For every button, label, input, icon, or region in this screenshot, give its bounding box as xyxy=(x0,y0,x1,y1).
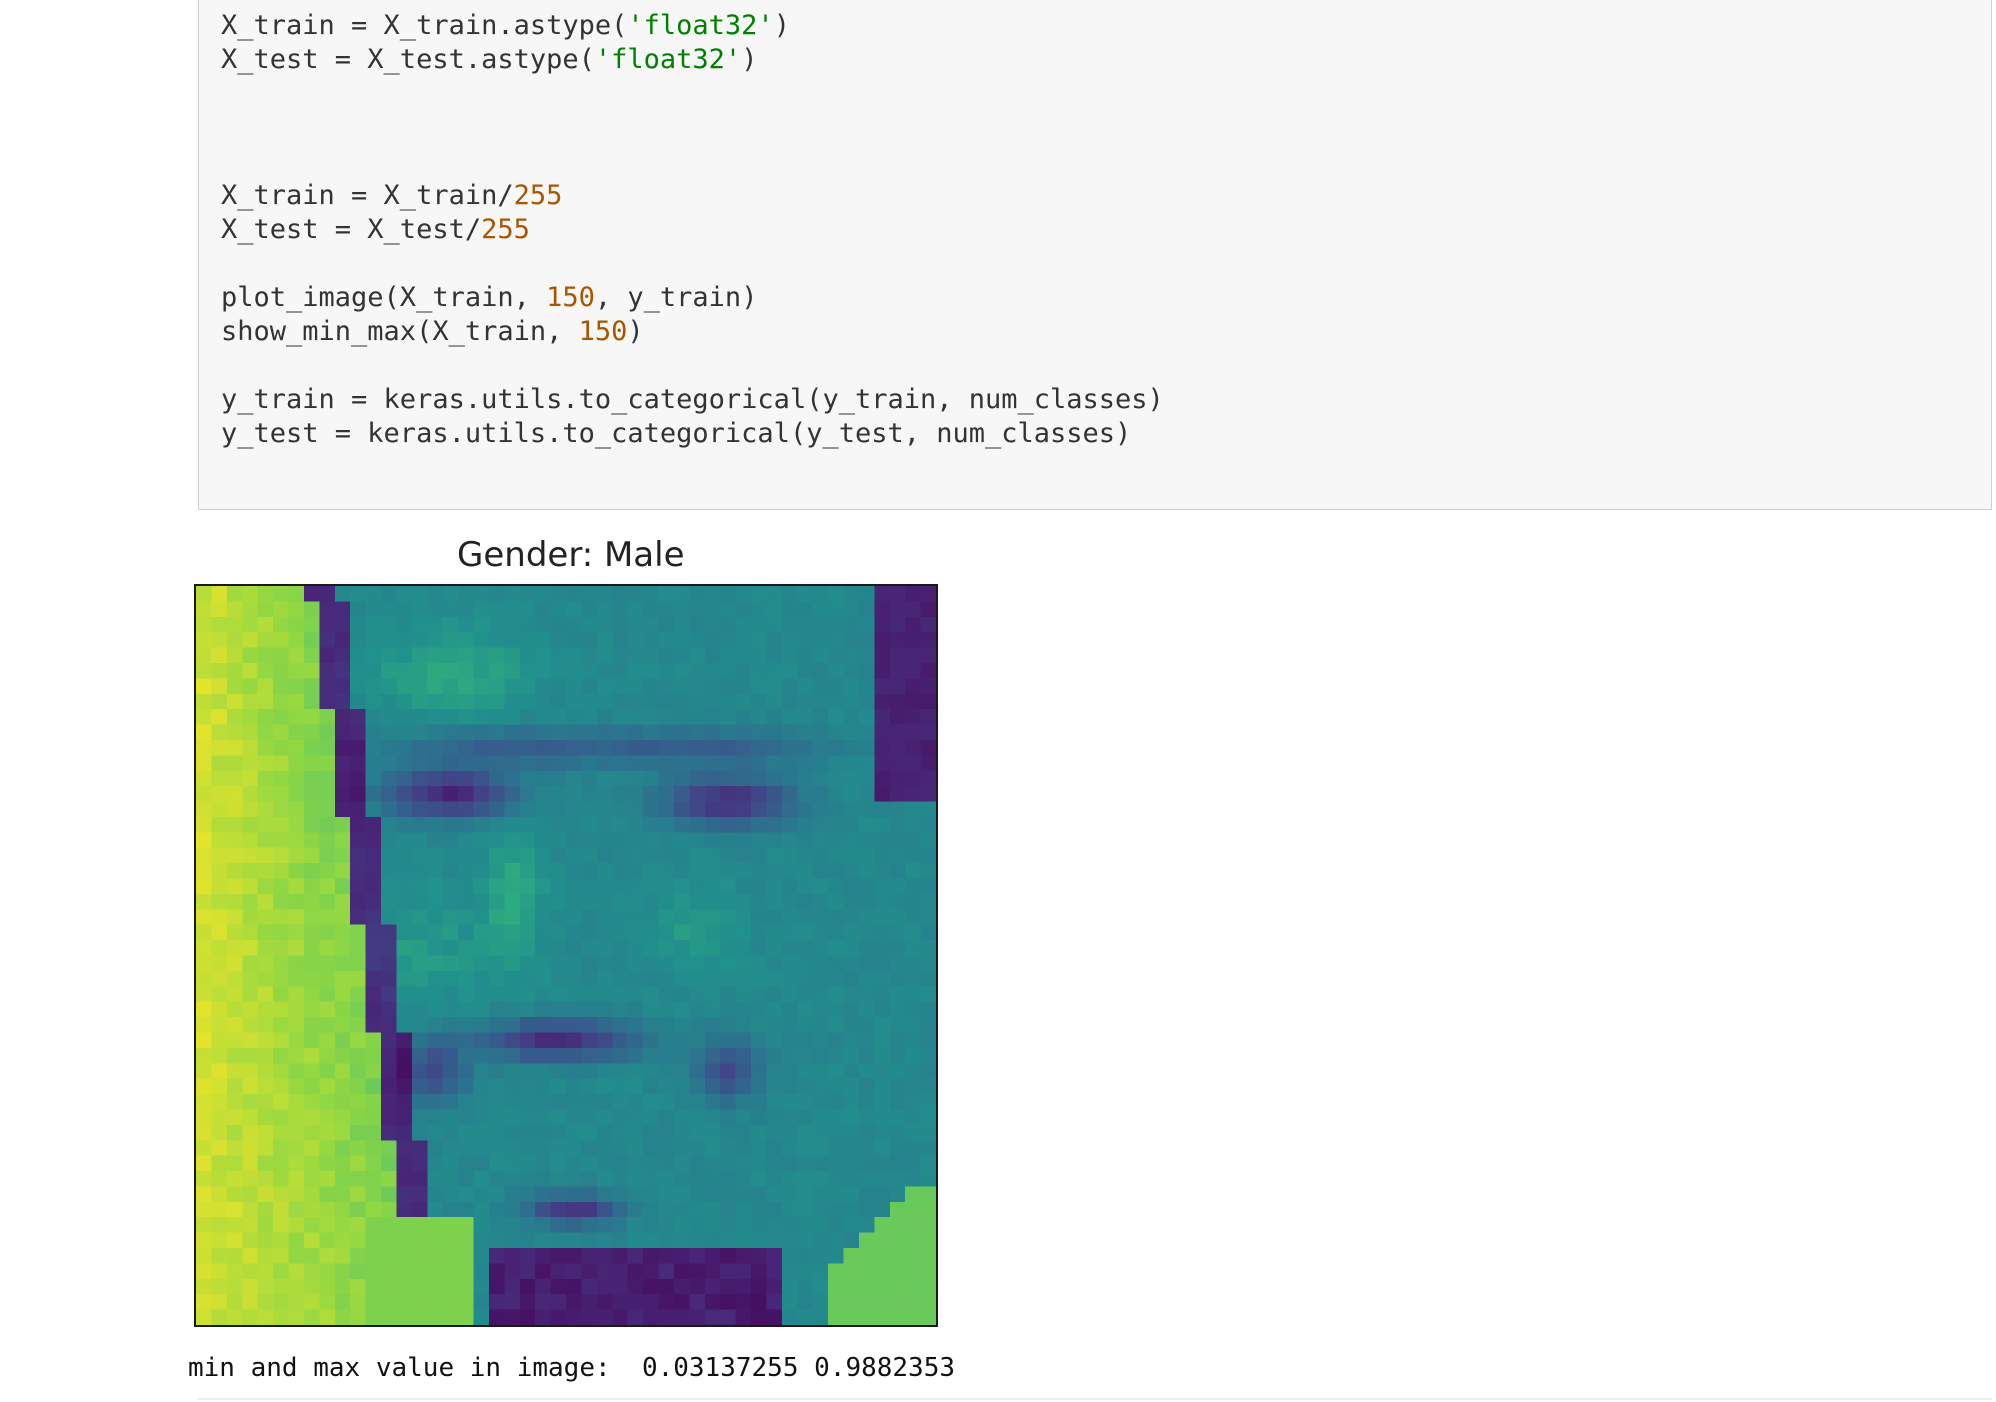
code-editor[interactable]: X_train = X_train.astype('float32') X_tes… xyxy=(221,9,1164,451)
code-token: X_test = X_test/ xyxy=(221,214,482,245)
stdout-text: min and max value in image: 0.03137255 0… xyxy=(188,1353,956,1383)
string-literal: 'float32' xyxy=(594,44,742,75)
code-line: X_test = X_test.astype('float32') xyxy=(221,43,1164,77)
code-line: X_train = X_train/255 xyxy=(221,179,1164,213)
number-literal: 150 xyxy=(578,316,628,347)
code-line: y_train = keras.utils.to_categorical(y_t… xyxy=(221,383,1164,417)
code-line: y_test = keras.utils.to_categorical(y_te… xyxy=(221,417,1164,451)
code-token: X_train = X_train/ xyxy=(221,180,514,211)
code-line: show_min_max(X_train, 150) xyxy=(221,315,1164,349)
code-token: , y_train) xyxy=(594,282,758,313)
code-token: plot_image(X_train, xyxy=(221,282,547,313)
face-image xyxy=(196,586,936,1325)
code-line: X_test = X_test/255 xyxy=(221,213,1164,247)
code-token: X_train = X_train.astype( xyxy=(221,10,628,41)
string-literal: 'float32' xyxy=(627,10,774,41)
face-image-plot xyxy=(194,584,938,1327)
code-token: show_min_max(X_train, xyxy=(221,316,579,347)
code-token: ) xyxy=(773,10,790,41)
code-token: X_test = X_test.astype( xyxy=(221,44,595,75)
code-token: y_train = keras.utils.to_categorical(y_t… xyxy=(221,384,1164,415)
code-token: ) xyxy=(627,316,644,347)
number-literal: 255 xyxy=(481,214,530,245)
code-cell[interactable]: X_train = X_train.astype('float32') X_tes… xyxy=(198,0,1992,510)
code-token: ) xyxy=(741,44,758,75)
number-literal: 255 xyxy=(513,180,563,211)
plot-title: Gender: Male xyxy=(457,535,685,575)
cell-output: Gender: Male min and max value in image:… xyxy=(185,525,1985,1402)
cell-divider xyxy=(197,1398,1992,1400)
code-token: y_test = keras.utils.to_categorical(y_te… xyxy=(221,418,1132,449)
code-line: X_train = X_train.astype('float32') xyxy=(221,9,1164,43)
number-literal: 150 xyxy=(546,282,595,313)
code-line: plot_image(X_train, 150, y_train) xyxy=(221,281,1164,315)
